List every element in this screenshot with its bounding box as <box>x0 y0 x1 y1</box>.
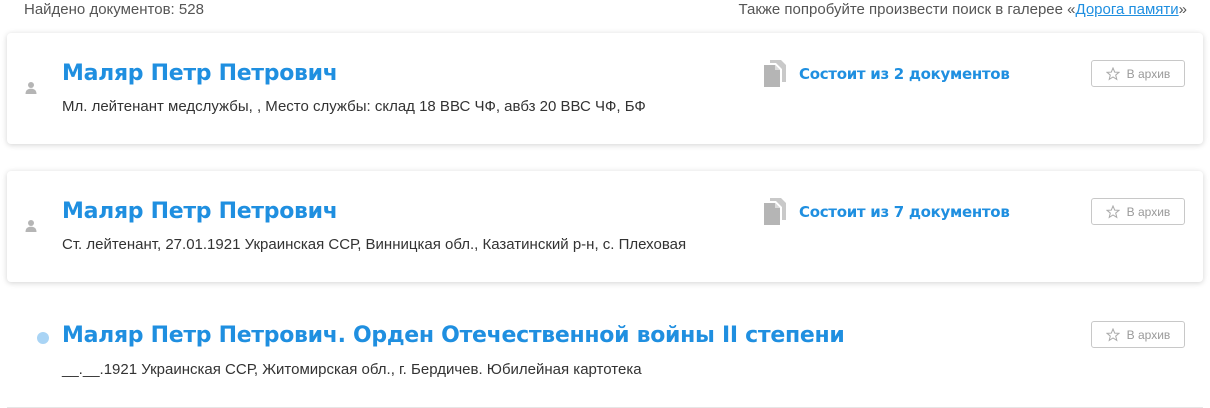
results-header: Найдено документов: 528 Также попробуйте… <box>0 0 1210 22</box>
result-description: Ст. лейтенант, 27.01.1921 Украинская ССР… <box>62 236 687 253</box>
documents-icon <box>764 198 786 225</box>
star-icon <box>1105 204 1120 218</box>
result-card: Маляр Петр Петрович. Орден Отечественной… <box>7 308 1203 408</box>
gallery-suggestion: Также попробуйте произвести поиск в гале… <box>738 0 1187 20</box>
result-description: __.__.1921 Украинская ССР, Житомирская о… <box>62 361 642 378</box>
documents-count-label: Состоит из 7 документов <box>799 203 1010 221</box>
documents-count-link[interactable]: Состоит из 7 документов <box>762 197 1010 227</box>
add-to-archive-button[interactable]: В архив <box>1091 321 1185 348</box>
result-title-link[interactable]: Маляр Петр Петрович <box>62 198 338 226</box>
result-title-link[interactable]: Маляр Петр Петрович. Орден Отечественной… <box>62 322 845 350</box>
add-to-archive-button[interactable]: В архив <box>1091 198 1185 225</box>
documents-count-link[interactable]: Состоит из 2 документов <box>762 59 1010 89</box>
person-icon <box>25 220 37 232</box>
add-to-archive-label: В архив <box>1126 327 1171 342</box>
documents-count-label: Состоит из 2 документов <box>799 65 1010 83</box>
gallery-link[interactable]: Дорога памяти <box>1076 1 1179 18</box>
result-description: Мл. лейтенант медслужбы, , Место службы:… <box>62 98 646 115</box>
add-to-archive-label: В архив <box>1126 204 1171 219</box>
star-icon <box>1105 66 1120 80</box>
documents-icon <box>764 60 786 87</box>
gallery-suggestion-suffix: » <box>1178 1 1187 18</box>
result-title-link[interactable]: Маляр Петр Петрович <box>62 60 338 88</box>
dot-icon <box>37 332 49 344</box>
star-icon <box>1105 327 1120 341</box>
result-card: Маляр Петр Петрович Мл. лейтенант медслу… <box>7 33 1203 144</box>
add-to-archive-button[interactable]: В архив <box>1091 60 1185 87</box>
gallery-suggestion-prefix: Также попробуйте произвести поиск в гале… <box>738 1 1076 18</box>
documents-found-count: Найдено документов: 528 <box>24 1 204 18</box>
add-to-archive-label: В архив <box>1126 66 1171 81</box>
result-card: Маляр Петр Петрович Ст. лейтенант, 27.01… <box>7 171 1203 282</box>
person-icon <box>25 82 37 94</box>
